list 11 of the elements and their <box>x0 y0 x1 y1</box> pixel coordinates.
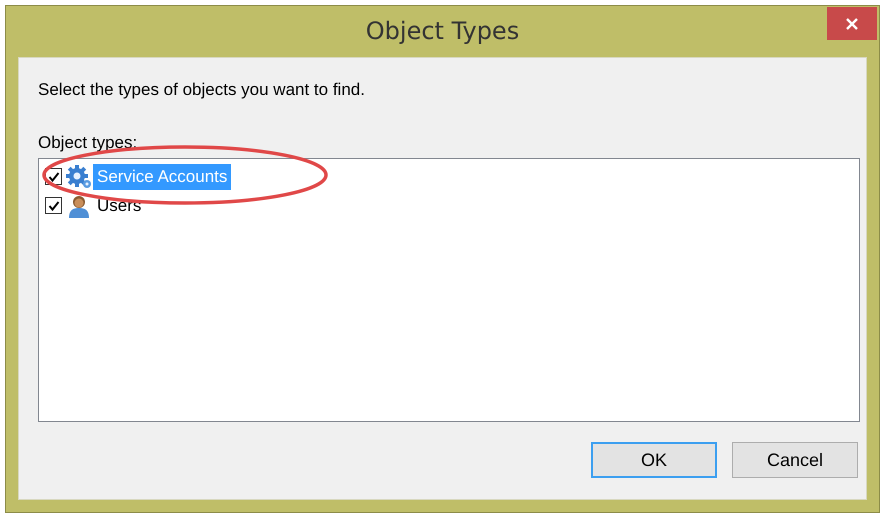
dialog-button[interactable]: Cancel <box>732 442 858 478</box>
close-button[interactable] <box>827 7 877 40</box>
user-icon <box>66 194 92 218</box>
dialog-button[interactable]: OK <box>591 442 717 478</box>
checkbox[interactable] <box>45 197 62 214</box>
gear-icon <box>66 164 92 188</box>
close-icon <box>845 16 859 30</box>
list-label: Object types: <box>38 133 138 153</box>
window-title: Object Types <box>366 16 520 44</box>
instruction-text: Select the types of objects you want to find. <box>38 80 366 100</box>
list-item[interactable]: Users <box>93 192 146 218</box>
